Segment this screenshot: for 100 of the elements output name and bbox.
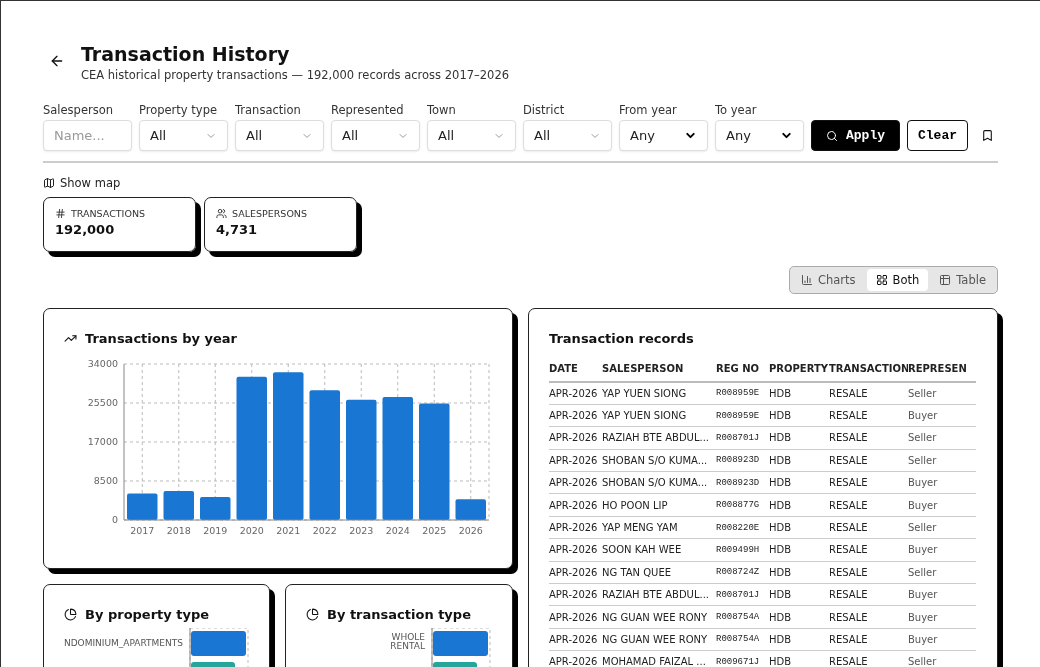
table-cell: RESALE xyxy=(829,628,908,651)
pie-icon xyxy=(64,608,77,621)
table-cell: R008724Z xyxy=(716,561,769,584)
show-map-link[interactable]: Show map xyxy=(43,176,121,190)
back-button[interactable] xyxy=(49,53,65,69)
dropdown[interactable]: All xyxy=(427,120,516,151)
table-cell: R009671J xyxy=(716,650,769,667)
dropdown[interactable]: All xyxy=(331,120,420,151)
table-cell: HDB xyxy=(769,471,829,494)
table-cell: Seller xyxy=(908,561,976,584)
table-cell: HDB xyxy=(769,382,829,405)
bar xyxy=(455,499,486,520)
table-cell: R008754A xyxy=(716,628,769,651)
table-cell: HDB xyxy=(769,404,829,427)
table-cell: APR-2026 xyxy=(549,426,602,450)
axis-label: 2017 xyxy=(130,525,155,536)
table-cell: HDB xyxy=(769,583,829,606)
axis-label: NDOMINIUM_APARTMENTS xyxy=(64,638,183,648)
table-cell: APR-2026 xyxy=(549,516,602,539)
view-tab[interactable]: Table xyxy=(930,269,995,291)
table-cell: RESALE xyxy=(829,382,908,405)
table-cell: RESALE xyxy=(829,426,908,450)
trend-icon xyxy=(64,332,77,345)
table-cell: NG TAN QUEE xyxy=(602,561,716,584)
column-header: PROPERTY xyxy=(769,358,829,382)
map-icon xyxy=(43,177,55,189)
bar xyxy=(163,491,194,520)
apply-button[interactable]: Apply xyxy=(811,120,900,151)
pie-icon xyxy=(306,608,319,621)
filter-label: From year xyxy=(619,103,678,117)
table-cell: R008701J xyxy=(716,583,769,606)
dropdown[interactable]: All xyxy=(139,120,228,151)
table-cell: Seller xyxy=(908,382,976,405)
table-cell: R008959E xyxy=(716,382,769,405)
table-cell: YAP YUEN SIONG xyxy=(602,382,716,405)
table-cell: NG GUAN WEE RONY xyxy=(602,605,716,629)
table-cell: HDB xyxy=(769,650,829,667)
card-title: By transaction type xyxy=(306,607,492,622)
table-cell: Buyer xyxy=(908,605,976,629)
axis-label: WHOLE RENTAL xyxy=(390,632,425,651)
table-cell: HDB xyxy=(769,449,829,472)
dropdown[interactable]: Any xyxy=(715,120,804,151)
axis-label: 8500 xyxy=(93,475,118,486)
table-cell: MOHAMAD FAIZAL ... xyxy=(602,650,716,667)
table-cell: YAP MENG YAM xyxy=(602,516,716,539)
table-cell: HDB xyxy=(769,561,829,584)
input-field[interactable]: Name... xyxy=(43,120,132,151)
axis-label: 17000 xyxy=(87,436,118,447)
axis-label: 25500 xyxy=(87,397,118,408)
table-cell: RAZIAH BTE ABDUL... xyxy=(602,426,716,450)
filter-label: Represented xyxy=(331,103,405,117)
dropdown[interactable]: Any xyxy=(619,120,708,151)
table-cell: Buyer xyxy=(908,628,976,651)
table-cell: R008877G xyxy=(716,493,769,517)
table-cell: RESALE xyxy=(829,516,908,539)
bar-chart-icon xyxy=(800,274,813,286)
table-cell: APR-2026 xyxy=(549,628,602,651)
axis-label: 2018 xyxy=(166,525,191,536)
table-cell: APR-2026 xyxy=(549,404,602,427)
stat-value: 4,731 xyxy=(216,222,259,237)
table-cell: R008959E xyxy=(716,404,769,427)
table-cell: Seller xyxy=(908,426,976,450)
dropdown[interactable]: All xyxy=(523,120,612,151)
table-cell: HDB xyxy=(769,538,829,562)
card-title: Transactions by year xyxy=(64,331,492,346)
table-cell: RESALE xyxy=(829,583,908,606)
bar xyxy=(200,497,231,520)
grid-icon xyxy=(875,274,888,286)
axis-label: 2025 xyxy=(422,525,447,536)
table-cell: Buyer xyxy=(908,404,976,427)
axis-label: 2021 xyxy=(276,525,301,536)
table-cell: APR-2026 xyxy=(549,605,602,629)
card-title: Transaction records xyxy=(549,331,695,346)
table-cell: Buyer xyxy=(908,583,976,606)
table-cell: Buyer xyxy=(908,471,976,494)
view-tab[interactable]: Both xyxy=(866,269,929,291)
table-cell: R008701J xyxy=(716,426,769,450)
table-cell: Seller xyxy=(908,516,976,539)
axis-label: 2022 xyxy=(312,525,337,536)
search-icon xyxy=(826,129,838,142)
dropdown[interactable]: All xyxy=(235,120,324,151)
filter-label: Town xyxy=(427,103,457,117)
table-cell: HO POON LIP xyxy=(602,493,716,517)
clear-button[interactable]: Clear xyxy=(907,120,969,151)
axis-label: 2019 xyxy=(203,525,228,536)
table-cell: RESALE xyxy=(829,561,908,584)
page-subtitle: CEA historical property transactions — 192,000 records across 2017–2026 xyxy=(81,68,510,82)
table-cell: RESALE xyxy=(829,605,908,629)
axis-label: 2024 xyxy=(385,525,410,536)
table-cell: RAZIAH BTE ABDUL... xyxy=(602,583,716,606)
table-cell: RESALE xyxy=(829,471,908,494)
filter-label: Salesperson xyxy=(43,103,115,117)
stat-label: SALESPERSONS xyxy=(232,208,307,219)
axis-label: 2020 xyxy=(239,525,264,536)
bookmark-icon xyxy=(981,129,995,142)
axis-label: 34000 xyxy=(87,358,118,369)
table-cell: Seller xyxy=(908,650,976,667)
axis-label: 2026 xyxy=(458,525,483,536)
table-cell: SOON KAH WEE xyxy=(602,538,716,562)
view-tab[interactable]: Charts xyxy=(791,269,865,291)
